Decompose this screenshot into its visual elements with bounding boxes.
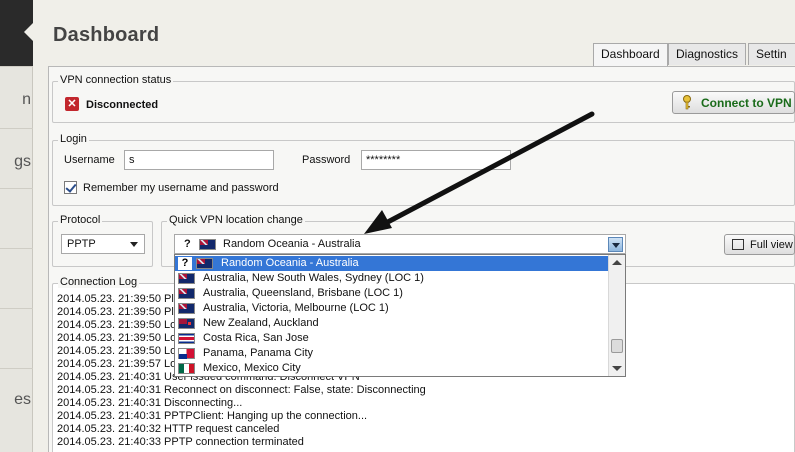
key-icon — [683, 95, 691, 110]
tab-dashboard[interactable]: Dashboard — [593, 43, 668, 67]
disconnected-icon: ✕ — [65, 97, 79, 111]
australia-flag-icon — [196, 258, 213, 269]
protocol-value: PPTP — [67, 238, 96, 250]
dropdown-scrollbar[interactable] — [608, 255, 625, 376]
log-line: 2014.05.23. 21:40:31 PPTPClient: Hanging… — [57, 410, 368, 422]
dropdown-option[interactable]: Panama, Panama City — [175, 346, 608, 361]
full-view-button[interactable]: Full view — [724, 234, 795, 255]
connection-status: Disconnected — [86, 99, 159, 111]
sidebar: n gs es — [0, 0, 34, 452]
username-input[interactable]: s — [124, 150, 274, 170]
dropdown-option[interactable]: Australia, Queensland, Brisbane (LOC 1) — [175, 286, 608, 301]
panama-flag-icon — [178, 348, 195, 359]
password-input[interactable]: ******** — [361, 150, 511, 170]
australia-flag-icon — [178, 288, 195, 299]
connect-label: Connect to VPN — [701, 96, 792, 110]
dropdown-option[interactable]: Australia, Victoria, Melbourne (LOC 1) — [175, 301, 608, 316]
sidebar-item-connection[interactable]: n — [0, 66, 33, 128]
option-label: Costa Rica, San Jose — [203, 332, 309, 344]
australia-flag-icon — [178, 273, 195, 284]
username-label: Username — [64, 154, 115, 166]
sidebar-item-label: es — [14, 391, 31, 408]
chevron-down-icon — [127, 237, 142, 252]
location-dropdown-list[interactable]: ? Random Oceania - Australia Australia, … — [174, 254, 626, 377]
log-line: 2014.05.23. 21:40:31 Disconnecting... — [57, 397, 243, 409]
app-logo — [0, 0, 34, 66]
remember-checkbox[interactable] — [64, 181, 77, 194]
tab-diagnostics[interactable]: Diagnostics — [668, 43, 747, 65]
option-label: Australia, Queensland, Brisbane (LOC 1) — [203, 287, 403, 299]
australia-flag-icon — [199, 239, 216, 250]
protocol-select[interactable]: PPTP — [61, 234, 145, 254]
sidebar-item-services[interactable]: es — [0, 368, 33, 452]
random-location-icon: ? — [184, 238, 191, 250]
sidebar-item-4[interactable] — [0, 248, 33, 308]
option-label: Random Oceania - Australia — [221, 257, 359, 269]
option-label: New Zealand, Auckland — [203, 317, 319, 329]
tab-settings[interactable]: Settin — [748, 43, 795, 65]
sidebar-item-settings[interactable]: gs — [0, 128, 33, 188]
full-view-label: Full view — [750, 239, 793, 251]
remember-label: Remember my username and password — [83, 182, 279, 194]
sidebar-item-label: n — [22, 91, 31, 108]
login-title: Login — [58, 133, 89, 145]
option-label: Australia, New South Wales, Sydney (LOC … — [203, 272, 424, 284]
option-label: Panama, Panama City — [203, 347, 314, 359]
scroll-up-icon[interactable] — [612, 260, 622, 265]
log-line: 2014.05.23. 21:40:33 PPTP connection ter… — [57, 436, 304, 448]
log-line: 2014.05.23. 21:40:32 HTTP request cancel… — [57, 423, 280, 435]
location-selected: Random Oceania - Australia — [223, 238, 361, 250]
scrollbar-thumb[interactable] — [611, 339, 623, 353]
scroll-down-icon[interactable] — [612, 366, 622, 371]
connect-button[interactable]: Connect to VPN — [672, 91, 795, 114]
connection-log-title: Connection Log — [58, 276, 140, 288]
australia-flag-icon — [178, 303, 195, 314]
option-label: Mexico, Mexico City — [203, 362, 301, 374]
dropdown-option[interactable]: New Zealand, Auckland — [175, 316, 608, 331]
fullscreen-icon — [732, 239, 744, 250]
protocol-title: Protocol — [58, 214, 103, 226]
costa-rica-flag-icon — [178, 333, 195, 344]
sidebar-item-5[interactable] — [0, 308, 33, 368]
dropdown-option[interactable]: Mexico, Mexico City — [175, 361, 608, 376]
dropdown-option[interactable]: Costa Rica, San Jose — [175, 331, 608, 346]
random-location-icon: ? — [178, 257, 192, 270]
option-label: Australia, Victoria, Melbourne (LOC 1) — [203, 302, 389, 314]
vpn-status-title: VPN connection status — [58, 74, 174, 86]
log-line: 2014.05.23. 21:40:31 Reconnect on discon… — [57, 384, 426, 396]
location-title: Quick VPN location change — [167, 214, 305, 226]
page-title: Dashboard — [53, 24, 160, 46]
chevron-down-icon[interactable] — [608, 237, 623, 252]
password-label: Password — [302, 154, 351, 166]
mexico-flag-icon — [178, 363, 195, 374]
new-zealand-flag-icon — [178, 318, 195, 329]
dropdown-option-selected[interactable]: ? Random Oceania - Australia — [175, 256, 608, 271]
sidebar-item-3[interactable] — [0, 188, 33, 248]
sidebar-item-label: gs — [14, 153, 31, 170]
dropdown-option[interactable]: Australia, New South Wales, Sydney (LOC … — [175, 271, 608, 286]
location-select[interactable]: ? Random Oceania - Australia — [174, 234, 626, 254]
